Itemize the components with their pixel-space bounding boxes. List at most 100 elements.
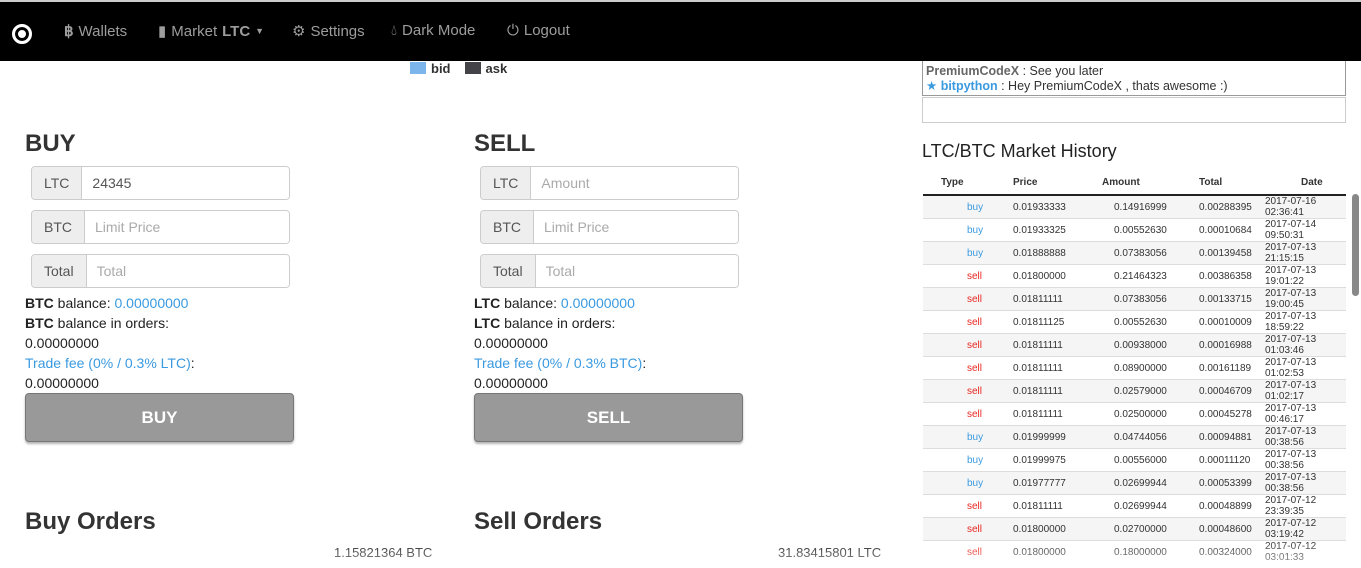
table-row: sell 0.01811111 0.07383056 0.00133715 2017-0…: [923, 287, 1346, 311]
cell-type: buy: [923, 448, 1001, 472]
cell-date: 2017-07-14 09:50:31: [1261, 218, 1346, 242]
cell-type: sell: [923, 379, 1001, 403]
chat-user[interactable]: bitpython: [941, 79, 998, 93]
cell-total: 0.00045278: [1183, 402, 1261, 426]
cell-date: 2017-07-13 01:03:46: [1261, 333, 1346, 357]
nav-market-dropdown[interactable]: ▮ Market LTC ▼: [158, 22, 265, 41]
sell-ltc-addon: LTC: [481, 167, 532, 199]
cell-type: sell: [923, 264, 1001, 288]
cell-date: 2017-07-16 02:36:41: [1261, 194, 1346, 219]
cell-amount: 0.21464323: [1086, 264, 1183, 288]
buy-amount-group: LTC: [31, 166, 290, 200]
cell-price: 0.01999975: [1001, 448, 1086, 472]
buy-amount-input[interactable]: [82, 167, 289, 199]
cell-date: 2017-07-13 18:59:22: [1261, 310, 1346, 334]
cell-total: 0.00046709: [1183, 379, 1261, 403]
cell-total: 0.00324000: [1183, 540, 1261, 564]
buy-balance-link[interactable]: 0.00000000: [115, 295, 189, 311]
sell-price-group: BTC: [480, 210, 739, 244]
cell-price: 0.01811111: [1001, 287, 1086, 311]
sell-fee-value: 0.00000000: [474, 375, 548, 391]
nav-dark-mode[interactable]: 💧︎ Dark Mode: [391, 22, 475, 39]
sell-balance-link[interactable]: 0.00000000: [561, 295, 635, 311]
sell-balance-text: balance:: [500, 295, 561, 311]
sell-button[interactable]: SELL: [474, 393, 743, 442]
cell-price: 0.01811111: [1001, 379, 1086, 403]
buy-button[interactable]: BUY: [25, 393, 294, 442]
star-icon: ★: [926, 79, 938, 93]
table-row: sell 0.01811111 0.02579000 0.00046709 2017-0…: [923, 379, 1346, 403]
cell-type: buy: [923, 194, 1001, 219]
cell-amount: 0.02700000: [1086, 517, 1183, 541]
cell-price: 0.01999999: [1001, 425, 1086, 449]
cell-date: 2017-07-12 23:39:35: [1261, 494, 1346, 518]
buy-title: BUY: [25, 130, 76, 157]
table-row: sell 0.01800000 0.02700000 0.00048600 2017-0…: [923, 517, 1346, 541]
cell-date: 2017-07-13 19:01:22: [1261, 264, 1346, 288]
cell-price: 0.01800000: [1001, 517, 1086, 541]
legend-bid[interactable]: bid: [410, 61, 451, 76]
cell-total: 0.00139458: [1183, 241, 1261, 265]
cell-amount: 0.00552630: [1086, 310, 1183, 334]
sell-fee-link[interactable]: Trade fee (0% / 0.3% BTC): [474, 355, 642, 371]
logo-icon[interactable]: [12, 24, 32, 44]
cell-amount: 0.07383056: [1086, 241, 1183, 265]
cell-amount: 0.07383056: [1086, 287, 1183, 311]
cell-total: 0.00386358: [1183, 264, 1261, 288]
cell-price: 0.01933325: [1001, 218, 1086, 242]
cell-type: sell: [923, 540, 1001, 564]
cell-amount: 0.08900000: [1086, 356, 1183, 380]
buy-info: BTC balance: 0.00000000 BTC balance in o…: [25, 293, 445, 393]
cell-total: 0.00161189: [1183, 356, 1261, 380]
buy-price-input[interactable]: [85, 211, 289, 243]
cell-date: 2017-07-12 03:01:33: [1261, 540, 1346, 564]
bid-swatch: [410, 62, 426, 74]
cell-price: 0.01811111: [1001, 333, 1086, 357]
buy-balance-coin: BTC: [25, 295, 54, 311]
table-row: buy 0.01888888 0.07383056 0.00139458 2017-07…: [923, 241, 1346, 265]
sell-total-addon: Total: [481, 255, 536, 287]
scrollbar[interactable]: [1352, 194, 1359, 296]
chat-user[interactable]: PremiumCodeX: [926, 64, 1019, 78]
legend-ask[interactable]: ask: [464, 61, 507, 76]
cell-total: 0.00048899: [1183, 494, 1261, 518]
cell-price: 0.01800000: [1001, 540, 1086, 564]
buy-total-input[interactable]: [86, 255, 289, 287]
caret-down-icon: ▼: [255, 26, 265, 36]
table-row: sell 0.01811111 0.08900000 0.00161189 2017-0…: [923, 356, 1346, 380]
buy-orders-total: 1.15821364 BTC: [334, 545, 433, 560]
nav-settings[interactable]: ⚙ Settings: [292, 22, 365, 41]
cell-amount: 0.00552630: [1086, 218, 1183, 242]
cell-total: 0.00010009: [1183, 310, 1261, 334]
nav-logout[interactable]: ⏻ Logout: [507, 22, 570, 39]
cell-type: sell: [923, 287, 1001, 311]
chart-legend: bid ask: [410, 61, 507, 76]
cell-price: 0.01811111: [1001, 494, 1086, 518]
cell-date: 2017-07-13 21:15:15: [1261, 241, 1346, 265]
sell-amount-input[interactable]: [531, 167, 738, 199]
sell-total-input[interactable]: [535, 255, 738, 287]
cell-amount: 0.02699944: [1086, 471, 1183, 495]
navbar: ฿ Wallets ▮ Market LTC ▼ ⚙ Settings 💧︎ Dark Mo…: [0, 0, 1361, 61]
table-row: buy 0.01999999 0.04744056 0.00094881 2017-07…: [923, 425, 1346, 449]
gear-icon: ⚙: [292, 23, 306, 40]
col-date: Date: [1261, 170, 1346, 196]
chat-input[interactable]: [922, 97, 1346, 123]
nav-wallets[interactable]: ฿ Wallets: [64, 22, 127, 41]
market-history-title: LTC/BTC Market History: [922, 141, 1117, 161]
sell-price-input[interactable]: [534, 211, 738, 243]
buy-fee-link[interactable]: Trade fee (0% / 0.3% LTC): [25, 355, 191, 371]
table-row: buy 0.01933325 0.00552630 0.00010684 2017-07…: [923, 218, 1346, 242]
power-icon: ⏻: [507, 22, 519, 39]
nav-market-label: Market: [171, 22, 218, 40]
cell-price: 0.01933333: [1001, 194, 1086, 219]
buy-btc-addon: BTC: [32, 211, 85, 243]
buy-orders-title: Buy Orders: [25, 508, 156, 535]
cell-amount: 0.14916999: [1086, 194, 1183, 219]
sell-amount-group: LTC: [480, 166, 739, 200]
sell-balance-coin: LTC: [474, 295, 501, 311]
cell-date: 2017-07-13 01:02:17: [1261, 379, 1346, 403]
cell-amount: 0.18000000: [1086, 540, 1183, 564]
cell-price: 0.01811111: [1001, 402, 1086, 426]
col-type: Type: [923, 170, 1001, 196]
